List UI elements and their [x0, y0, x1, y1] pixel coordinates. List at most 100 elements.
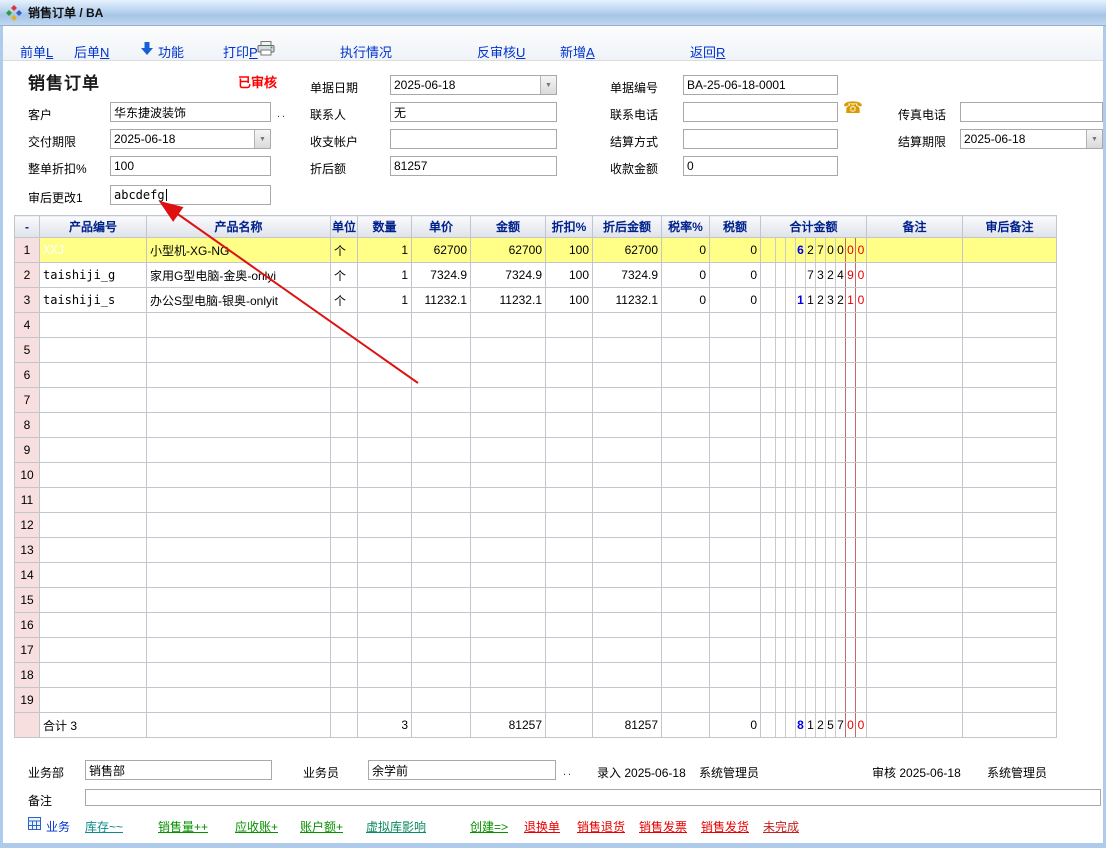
cell-amount[interactable] [471, 488, 546, 513]
cell-total-ledger[interactable] [761, 588, 867, 613]
cell-code[interactable]: XXJ [40, 238, 147, 263]
cell-price[interactable] [412, 338, 471, 363]
cell-code[interactable] [40, 463, 147, 488]
cell-unit[interactable] [331, 663, 358, 688]
cell-audit-note[interactable] [963, 363, 1057, 388]
cell-audit-note[interactable] [963, 413, 1057, 438]
cell-total-ledger[interactable] [761, 663, 867, 688]
cell-qty[interactable]: 1 [358, 238, 412, 263]
received-amount-input[interactable] [683, 156, 838, 176]
settle-method-input[interactable] [683, 129, 838, 149]
cell-code[interactable] [40, 563, 147, 588]
row-number-cell[interactable]: 2 [15, 263, 40, 288]
cell-unit[interactable]: 个 [331, 288, 358, 313]
cell-discount[interactable] [546, 663, 593, 688]
cell-disc_amount[interactable] [593, 613, 662, 638]
cell-audit-note[interactable] [963, 288, 1057, 313]
cell-audit-note[interactable] [963, 588, 1057, 613]
cell-unit[interactable] [331, 538, 358, 563]
cell-code[interactable]: taishiji_s [40, 288, 147, 313]
cell-amount[interactable] [471, 538, 546, 563]
col-header-tax[interactable]: 税额 [710, 216, 761, 238]
row-number-cell[interactable]: 6 [15, 363, 40, 388]
function-button[interactable]: 功能 [158, 42, 184, 61]
cell-name[interactable]: 办公S型电脑-银奥-onlyit [147, 288, 331, 313]
cell-qty[interactable] [358, 388, 412, 413]
cell-qty[interactable] [358, 488, 412, 513]
cell-unit[interactable] [331, 688, 358, 713]
settle-deadline-field[interactable]: 2025-06-18 ▼ [960, 129, 1103, 149]
row-number-cell[interactable]: 12 [15, 513, 40, 538]
cell-total-ledger[interactable] [761, 488, 867, 513]
cell-note[interactable] [867, 613, 963, 638]
fax-input[interactable] [960, 102, 1103, 122]
cell-total-ledger[interactable] [761, 513, 867, 538]
cell-total-ledger[interactable] [761, 463, 867, 488]
row-number-cell[interactable]: 11 [15, 488, 40, 513]
cell-tax_rate[interactable] [662, 488, 710, 513]
cell-name[interactable] [147, 538, 331, 563]
cell-tax[interactable] [710, 438, 761, 463]
cell-qty[interactable] [358, 638, 412, 663]
col-header-discount[interactable]: 折扣% [546, 216, 593, 238]
cell-qty[interactable] [358, 463, 412, 488]
cell-note[interactable] [867, 338, 963, 363]
cell-discount[interactable] [546, 388, 593, 413]
cell-note[interactable] [867, 513, 963, 538]
cell-name[interactable] [147, 338, 331, 363]
cell-qty[interactable] [358, 588, 412, 613]
cell-disc_amount[interactable] [593, 388, 662, 413]
cell-unit[interactable] [331, 413, 358, 438]
cell-qty[interactable] [358, 413, 412, 438]
cell-name[interactable] [147, 413, 331, 438]
row-number-cell[interactable]: 1 [15, 238, 40, 263]
cell-name[interactable] [147, 663, 331, 688]
prev-doc-button[interactable]: 前单L [20, 42, 53, 61]
cell-disc_amount[interactable]: 7324.9 [593, 263, 662, 288]
cell-note[interactable] [867, 638, 963, 663]
cell-discount[interactable] [546, 513, 593, 538]
cell-amount[interactable] [471, 438, 546, 463]
cell-audit-note[interactable] [963, 238, 1057, 263]
cell-tax[interactable] [710, 388, 761, 413]
cell-price[interactable] [412, 663, 471, 688]
col-header-note[interactable]: 备注 [867, 216, 963, 238]
cell-total-ledger[interactable] [761, 688, 867, 713]
cell-name[interactable] [147, 613, 331, 638]
cell-unit[interactable]: 个 [331, 238, 358, 263]
cell-price[interactable] [412, 538, 471, 563]
bottombar-item-create[interactable]: 创建=> [470, 818, 508, 835]
bottombar-item-incomplete[interactable]: 未完成 [763, 818, 799, 835]
cell-amount[interactable]: 7324.9 [471, 263, 546, 288]
cell-discount[interactable] [546, 613, 593, 638]
cell-price[interactable] [412, 388, 471, 413]
cell-discount[interactable] [546, 338, 593, 363]
cell-note[interactable] [867, 288, 963, 313]
salesman-browse-button[interactable]: .. [563, 766, 573, 778]
row-number-cell[interactable]: 18 [15, 663, 40, 688]
printer-icon[interactable] [257, 41, 275, 61]
cell-total-ledger[interactable] [761, 438, 867, 463]
cell-total-ledger[interactable] [761, 388, 867, 413]
cell-tax_rate[interactable] [662, 388, 710, 413]
cell-amount[interactable] [471, 563, 546, 588]
cell-amount[interactable] [471, 663, 546, 688]
cell-tax[interactable] [710, 313, 761, 338]
cell-tax[interactable]: 0 [710, 288, 761, 313]
cell-note[interactable] [867, 313, 963, 338]
cell-unit[interactable] [331, 563, 358, 588]
order-discount-input[interactable] [110, 156, 271, 176]
cell-qty[interactable] [358, 513, 412, 538]
cell-audit-note[interactable] [963, 538, 1057, 563]
cell-code[interactable] [40, 538, 147, 563]
row-number-cell[interactable]: 13 [15, 538, 40, 563]
customer-browse-button[interactable]: .. [277, 108, 287, 120]
cell-discount[interactable] [546, 488, 593, 513]
cell-audit-note[interactable] [963, 438, 1057, 463]
cell-audit-note[interactable] [963, 388, 1057, 413]
cell-price[interactable] [412, 438, 471, 463]
cell-discount[interactable] [546, 438, 593, 463]
col-header-rownum[interactable]: - [15, 216, 40, 238]
cell-disc_amount[interactable]: 62700 [593, 238, 662, 263]
cell-total-ledger[interactable] [761, 413, 867, 438]
